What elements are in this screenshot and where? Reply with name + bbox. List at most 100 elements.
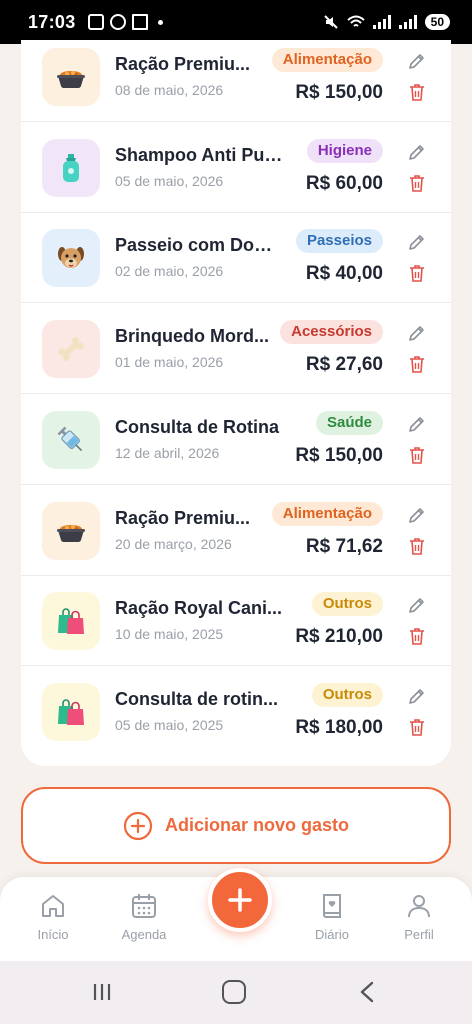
category-badge: Acessórios	[280, 320, 383, 345]
edit-icon[interactable]	[407, 505, 427, 525]
expense-title: Passeio com Dog ...	[115, 235, 283, 256]
expense-thumbnail	[42, 48, 100, 106]
expense-thumbnail	[42, 410, 100, 469]
expense-item[interactable]: Ração Royal Cani... 10 de maio, 2025 Outro…	[21, 575, 451, 667]
expense-date: 20 de março, 2026	[115, 535, 232, 552]
trash-icon[interactable]	[408, 445, 426, 465]
trash-icon[interactable]	[408, 263, 426, 283]
expense-amount: R$ 27,60	[305, 354, 383, 376]
trash-icon[interactable]	[408, 354, 426, 374]
mail-icon	[131, 14, 148, 30]
expense-amount: R$ 40,00	[305, 263, 383, 285]
expense-date: 12 de abril, 2026	[115, 444, 220, 461]
screenshot-icon	[87, 14, 104, 30]
calendar-icon	[132, 894, 156, 918]
nav-profile-label: Perfil	[404, 927, 434, 942]
shopping-bags-icon	[58, 608, 84, 635]
status-time: 17:03	[28, 11, 76, 32]
nav-profile[interactable]: Perfil	[379, 891, 459, 942]
syringe-icon	[57, 426, 83, 451]
expense-item[interactable]: Brinquedo Mord... 01 de maio, 2026 Acessór…	[21, 303, 451, 395]
trash-icon[interactable]	[408, 173, 426, 193]
expense-date: 02 de maio, 2026	[115, 263, 224, 280]
expense-title: Ração Premiu...	[115, 507, 251, 528]
plus-circle-icon	[123, 811, 153, 840]
category-badge: Outros	[311, 682, 383, 707]
edit-icon[interactable]	[407, 232, 427, 252]
edit-icon[interactable]	[407, 323, 427, 343]
add-expense-label: Adicionar novo gasto	[164, 815, 350, 835]
shopping-bags-icon	[58, 699, 84, 725]
edit-icon[interactable]	[407, 142, 427, 162]
expense-title: Ração Royal Cani...	[115, 598, 283, 619]
expense-thumbnail	[42, 138, 100, 197]
status-system-icons: 50	[323, 14, 450, 30]
trash-icon[interactable]	[408, 82, 426, 102]
expense-amount: R$ 180,00	[295, 716, 383, 738]
category-badge: Higiene	[306, 138, 383, 163]
expense-date: 08 de maio, 2026	[115, 82, 224, 98]
system-home-button[interactable]	[222, 980, 246, 1004]
edit-icon[interactable]	[407, 686, 427, 706]
expense-item[interactable]: Ração Premiu... 20 de março, 2026 Alimenta…	[21, 485, 451, 576]
expense-item[interactable]: Consulta de Rotina 12 de abril, 2026 Saúde…	[21, 394, 451, 485]
expense-title: Consulta de Rotina	[115, 416, 280, 437]
expense-title: Shampoo Anti Pul...	[115, 144, 283, 165]
nav-agenda[interactable]: Agenda	[104, 891, 184, 942]
nav-home-label: Início	[37, 927, 69, 942]
pet-food-bowl-icon	[57, 71, 85, 89]
expense-amount: R$ 150,00	[295, 444, 383, 466]
expense-title: Brinquedo Mord...	[115, 326, 269, 347]
bone-icon	[58, 337, 84, 362]
diary-book-icon	[323, 894, 341, 918]
category-badge: Outros	[311, 592, 383, 617]
shampoo-bottle-icon	[63, 153, 79, 182]
trash-icon[interactable]	[408, 536, 426, 556]
expense-item[interactable]: Shampoo Anti Pul... 05 de maio, 2026 Higie…	[21, 122, 451, 213]
more-notifications-icon	[157, 19, 163, 25]
mute-icon	[323, 15, 338, 29]
back-icon[interactable]	[356, 980, 378, 1004]
fab-add-button[interactable]	[208, 868, 272, 932]
expense-item[interactable]: Consulta de rotin... 05 de maio, 2025 Outr…	[21, 666, 451, 757]
expense-thumbnail	[42, 501, 100, 560]
expense-thumbnail	[42, 229, 100, 288]
edit-icon[interactable]	[407, 595, 427, 615]
expense-title: Consulta de rotin...	[115, 688, 279, 709]
expense-amount: R$ 150,00	[295, 82, 383, 103]
expense-thumbnail	[42, 682, 100, 741]
expense-amount: R$ 71,62	[305, 535, 383, 557]
trash-icon[interactable]	[408, 717, 426, 737]
nav-diary-label: Diário	[315, 927, 349, 942]
expense-date: 01 de maio, 2026	[115, 354, 224, 371]
edit-icon[interactable]	[407, 414, 427, 434]
trash-icon[interactable]	[408, 626, 426, 646]
wifi-icon	[346, 15, 365, 27]
expense-thumbnail	[42, 320, 100, 379]
expense-amount: R$ 60,00	[305, 172, 383, 194]
category-badge: Passeios	[295, 229, 383, 254]
category-badge: Alimentação	[271, 501, 383, 526]
signal-icon-2	[398, 15, 417, 29]
expense-title: Ração Premiu...	[115, 54, 251, 74]
recents-icon[interactable]	[92, 982, 112, 1002]
plus-icon	[228, 888, 252, 912]
expense-item[interactable]: Passeio com Dog ... 02 de maio, 2026 Passe…	[21, 212, 451, 304]
home-icon	[42, 895, 64, 917]
expense-date: 10 de maio, 2025	[115, 626, 224, 643]
nav-diary[interactable]: Diário	[292, 891, 372, 942]
pet-food-bowl-icon	[57, 524, 85, 542]
status-bar: 17:03 50	[0, 0, 472, 44]
category-badge: Saúde	[315, 410, 383, 435]
dog-face-icon	[58, 247, 84, 269]
expense-date: 05 de maio, 2025	[115, 716, 224, 733]
nav-home[interactable]: Início	[13, 891, 93, 942]
expense-date: 05 de maio, 2026	[115, 172, 224, 189]
expense-amount: R$ 210,00	[295, 626, 383, 648]
user-icon	[408, 895, 430, 918]
expense-item[interactable]: Ração Premiu... 08 de maio, 2026 Alimentaç…	[21, 40, 451, 122]
category-badge: Alimentação	[271, 48, 383, 72]
system-navigation-bar	[0, 961, 472, 1024]
add-expense-button[interactable]: Adicionar novo gasto	[21, 787, 451, 864]
edit-icon[interactable]	[407, 51, 427, 71]
